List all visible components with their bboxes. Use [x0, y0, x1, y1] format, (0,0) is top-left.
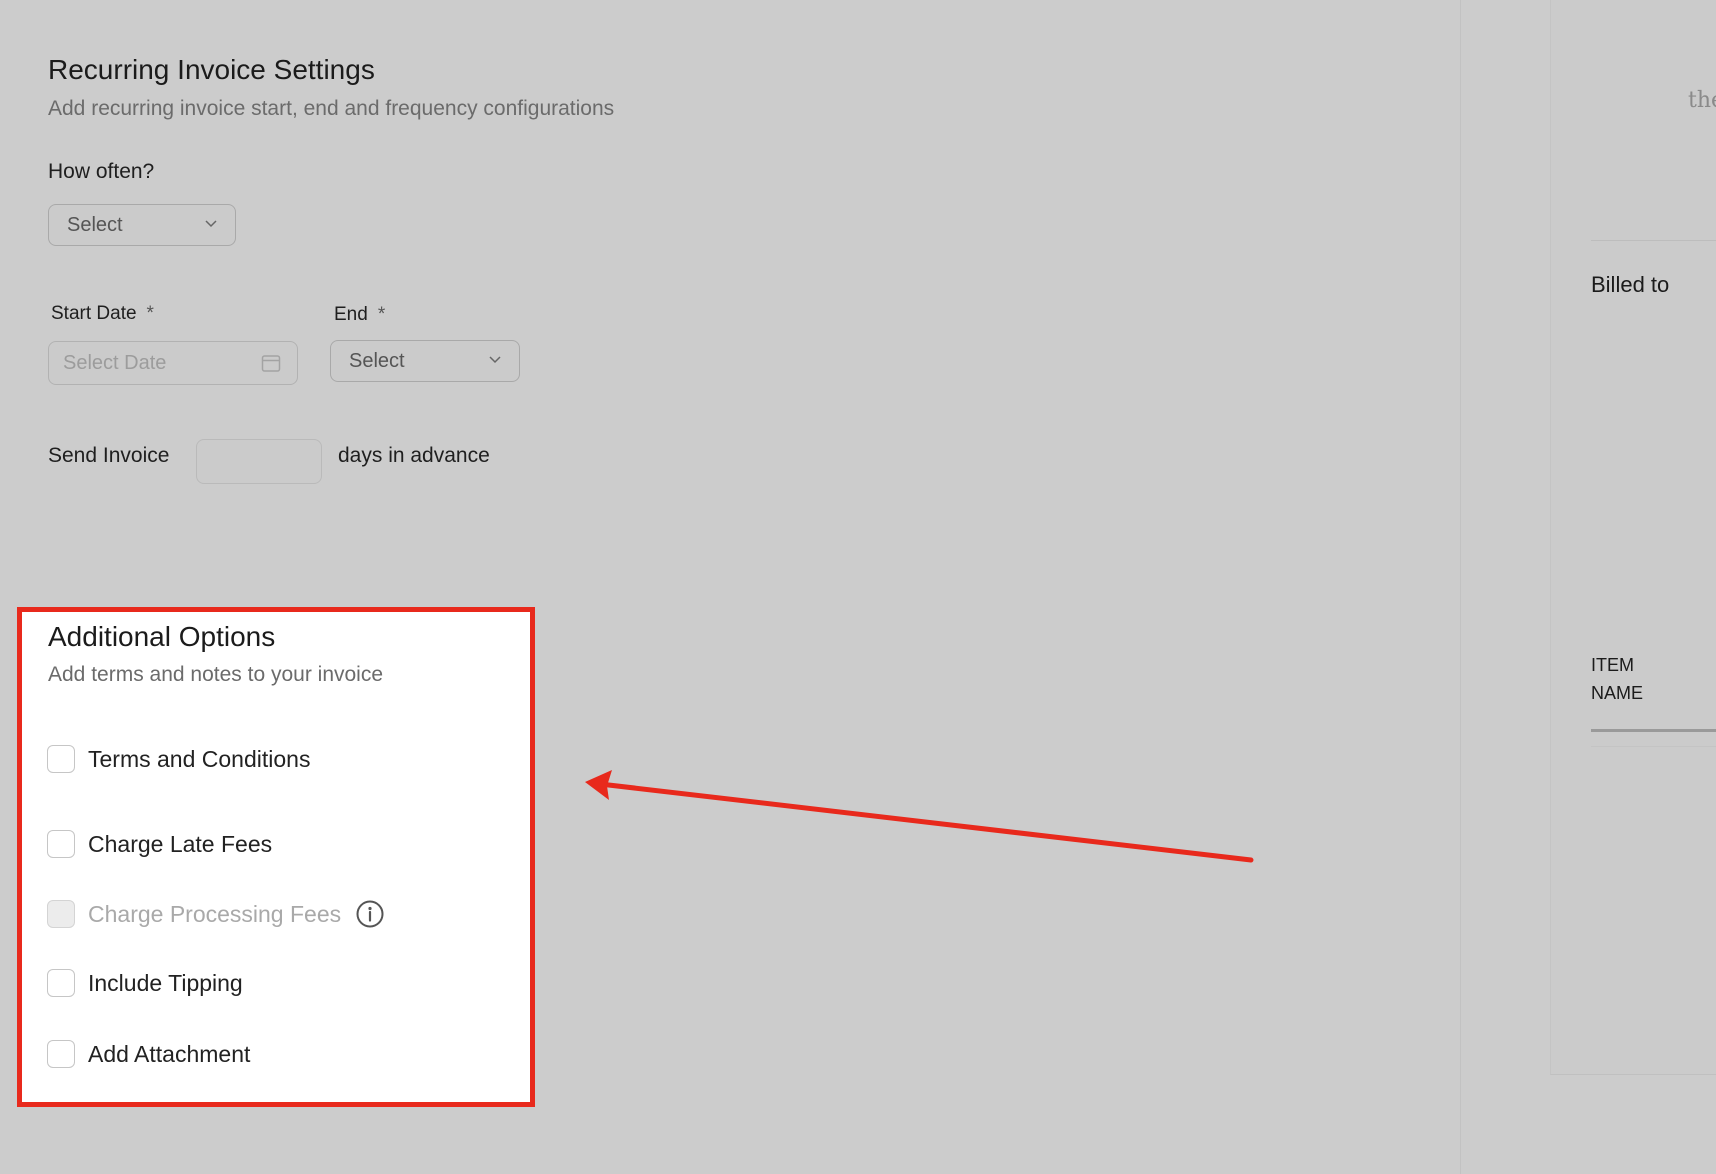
annotation-arrow — [585, 770, 1254, 863]
